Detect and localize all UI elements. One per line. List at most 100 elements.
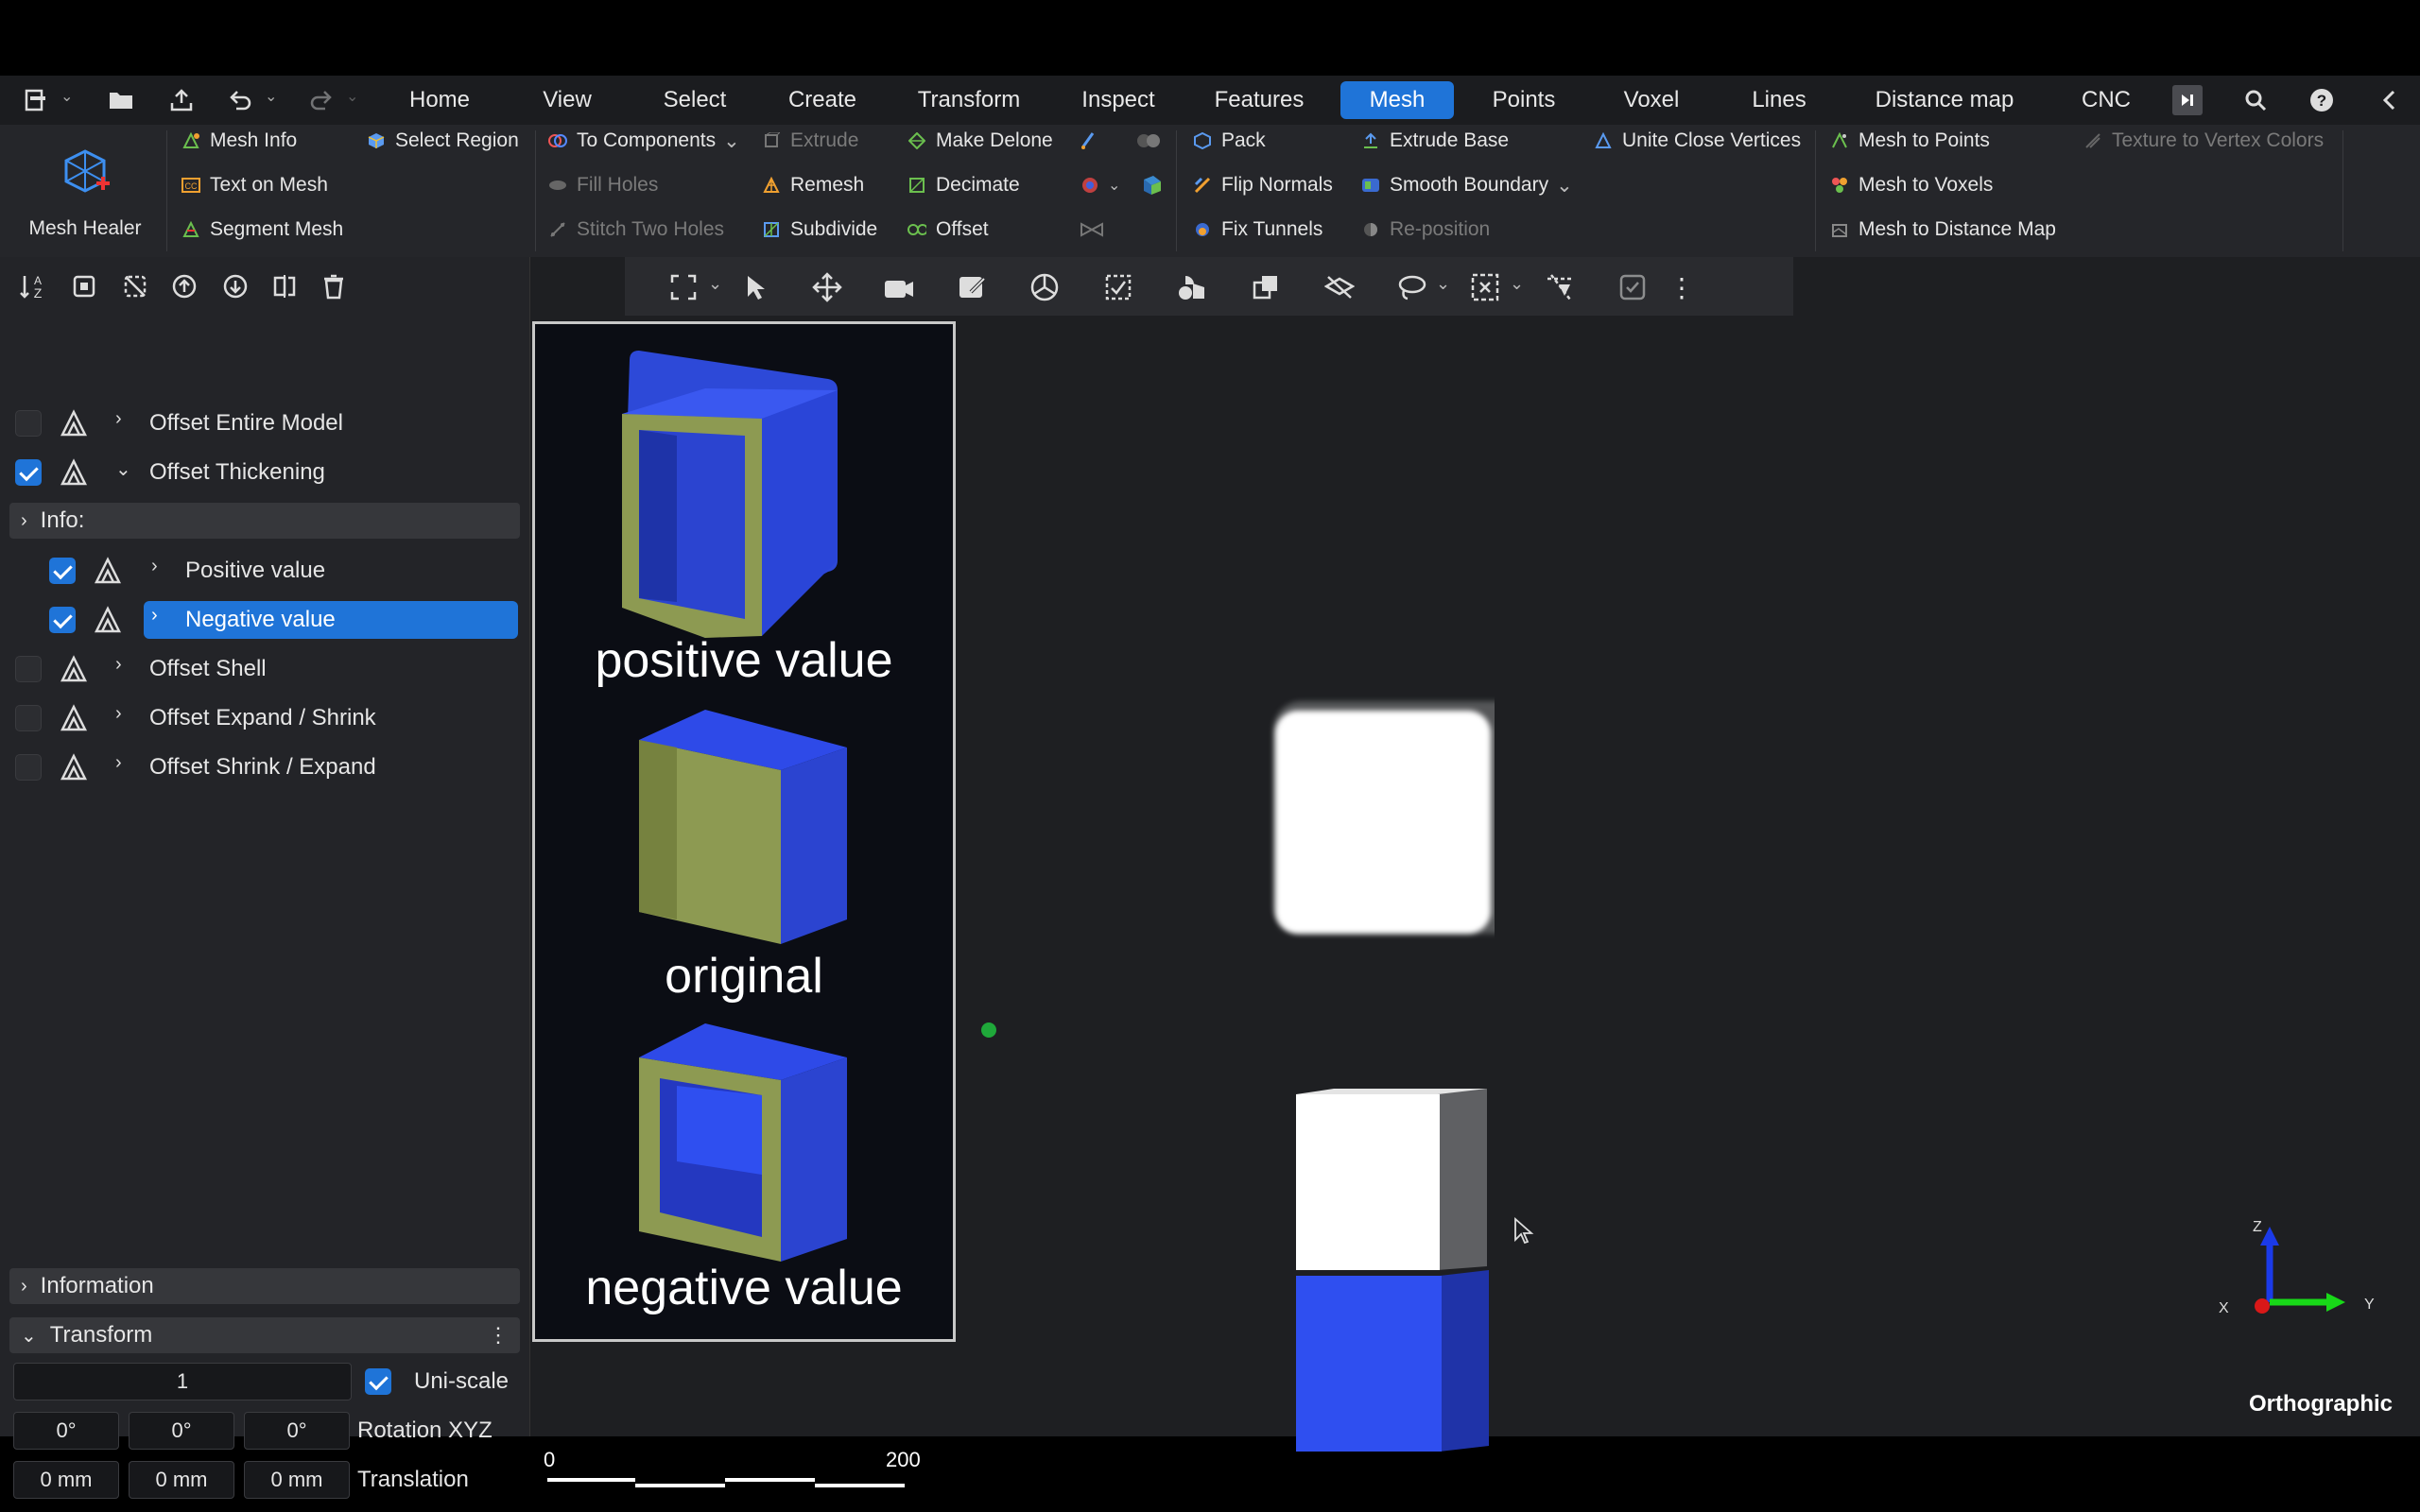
chevron-right-icon[interactable]: ›: [115, 703, 122, 725]
redo-history-caret-icon[interactable]: ⌄: [346, 87, 358, 106]
3d-viewport[interactable]: ⌄ ⌄ ⌄ ⋮ positive value original negative…: [530, 257, 2420, 1487]
mesh-convert-icon[interactable]: [1138, 169, 1163, 201]
select-all-icon[interactable]: [68, 270, 100, 302]
mesh-to-points-button[interactable]: Mesh to Points: [1830, 125, 1990, 157]
remesh-button[interactable]: Remesh: [762, 169, 864, 201]
make-delone-button[interactable]: Make Delone: [908, 125, 1053, 157]
tab-create[interactable]: Create: [780, 81, 865, 119]
cube-original[interactable]: [1296, 1089, 1487, 1270]
search-icon[interactable]: [2240, 85, 2271, 115]
visibility-checkbox[interactable]: [15, 705, 42, 731]
transform-section[interactable]: ⌄ Transform ⋮: [9, 1317, 520, 1353]
extrude-base-button[interactable]: Extrude Base: [1361, 125, 1509, 157]
orbit-icon[interactable]: [1028, 270, 1062, 304]
bowtie-icon[interactable]: [1080, 214, 1104, 246]
tree-item-negative-value[interactable]: › Negative value: [0, 599, 529, 641]
fix-tunnels-button[interactable]: Fix Tunnels: [1193, 214, 1322, 246]
sort-az-icon[interactable]: ZA: [17, 270, 49, 302]
rotation-x-input[interactable]: 0°: [13, 1412, 119, 1450]
reference-image-overlay[interactable]: positive value original negative value: [532, 321, 956, 1342]
export-icon[interactable]: [166, 85, 197, 115]
visibility-checkbox[interactable]: [49, 558, 76, 584]
text-on-mesh-button[interactable]: CC Text on Mesh: [182, 169, 328, 201]
camera-icon[interactable]: [882, 270, 916, 304]
pivot-point-marker[interactable]: [981, 1022, 996, 1038]
translation-z-input[interactable]: 0 mm: [244, 1461, 350, 1499]
tab-select[interactable]: Select: [652, 81, 737, 119]
rotation-y-input[interactable]: 0°: [129, 1412, 234, 1450]
undo-history-caret-icon[interactable]: ⌄: [265, 87, 277, 106]
stitch-two-holes-button[interactable]: Stitch Two Holes: [548, 214, 724, 246]
more-options-icon[interactable]: ⋮: [1665, 270, 1699, 304]
flip-icon[interactable]: [268, 270, 301, 302]
move-up-icon[interactable]: [168, 270, 200, 302]
chevron-down-icon[interactable]: ⌄: [60, 87, 73, 106]
segment-mesh-button[interactable]: Segment Mesh: [182, 214, 343, 246]
texture-to-vertex-colors-button[interactable]: Texture to Vertex Colors: [2083, 125, 2324, 157]
pack-button[interactable]: Pack: [1193, 125, 1266, 157]
chevron-down-icon[interactable]: ⌄: [1510, 274, 1524, 294]
information-section[interactable]: › Information: [9, 1268, 520, 1304]
tab-transform[interactable]: Transform: [906, 81, 1032, 119]
tab-voxel[interactable]: Voxel: [1609, 81, 1694, 119]
hide-icon[interactable]: [1322, 270, 1357, 304]
tab-mesh[interactable]: Mesh: [1340, 81, 1454, 119]
decimate-button[interactable]: Decimate: [908, 169, 1020, 201]
color-mesh-icon[interactable]: [1080, 169, 1100, 201]
unite-close-vertices-button[interactable]: Unite Close Vertices: [1594, 125, 1801, 157]
tab-points[interactable]: Points: [1480, 81, 1567, 119]
chevron-down-icon[interactable]: ⌄: [1108, 169, 1120, 201]
fit-view-icon[interactable]: [666, 270, 700, 304]
mesh-to-voxels-button[interactable]: Mesh to Voxels: [1830, 169, 1993, 201]
move-icon[interactable]: [810, 270, 844, 304]
smooth-boundary-button[interactable]: Smooth Boundary ⌄: [1361, 169, 1573, 201]
flip-normals-button[interactable]: Flip Normals: [1193, 169, 1333, 201]
move-down-icon[interactable]: [219, 270, 251, 302]
tree-item-offset-thickening[interactable]: ⌄ Offset Thickening: [0, 452, 529, 493]
select-region-button[interactable]: Select Region: [367, 125, 519, 157]
visibility-checkbox[interactable]: [15, 459, 42, 486]
mesh-info-button[interactable]: Mesh Info: [182, 125, 297, 157]
chevron-right-icon[interactable]: ›: [151, 605, 158, 627]
chevron-left-icon[interactable]: [2375, 85, 2405, 115]
deselect-all-icon[interactable]: [119, 270, 151, 302]
delete-icon[interactable]: [318, 270, 350, 302]
tab-home[interactable]: Home: [397, 81, 482, 119]
translation-x-input[interactable]: 0 mm: [13, 1461, 119, 1499]
app-menu-icon[interactable]: [21, 85, 51, 115]
rotation-z-input[interactable]: 0°: [244, 1412, 350, 1450]
shapes-icon[interactable]: [1175, 270, 1209, 304]
chevron-right-icon[interactable]: ›: [115, 752, 122, 774]
tree-item-offset-entire-model[interactable]: › Offset Entire Model: [0, 403, 529, 444]
cut-plane-icon[interactable]: [1544, 270, 1578, 304]
visibility-checkbox[interactable]: [49, 607, 76, 633]
info-section[interactable]: › Info:: [9, 503, 520, 539]
uniscale-checkbox[interactable]: [365, 1368, 391, 1395]
projection-mode-label[interactable]: Orthographic: [2249, 1391, 2393, 1418]
collapse-ribbon-icon[interactable]: [2172, 85, 2203, 115]
visibility-checkbox[interactable]: [15, 754, 42, 781]
tab-distance-map[interactable]: Distance map: [1864, 81, 2025, 119]
fill-holes-button[interactable]: Fill Holes: [548, 169, 658, 201]
tree-item-offset-shell[interactable]: › Offset Shell: [0, 648, 529, 690]
lasso-icon[interactable]: [1394, 270, 1428, 304]
measure-icon[interactable]: [1101, 270, 1135, 304]
tab-inspect[interactable]: Inspect: [1068, 81, 1168, 119]
translation-y-input[interactable]: 0 mm: [129, 1461, 234, 1499]
help-icon[interactable]: ?: [2307, 85, 2337, 115]
box-deselect-icon[interactable]: [1468, 270, 1502, 304]
chevron-right-icon[interactable]: ›: [115, 654, 122, 676]
offset-button[interactable]: Offset: [908, 214, 989, 246]
edit-mesh-icon[interactable]: [956, 270, 990, 304]
chevron-right-icon[interactable]: ›: [115, 408, 122, 430]
extrude-button[interactable]: Extrude: [762, 125, 858, 157]
confirm-icon[interactable]: [1616, 270, 1650, 304]
tree-item-offset-expand-shrink[interactable]: › Offset Expand / Shrink: [0, 697, 529, 739]
visibility-checkbox[interactable]: [15, 656, 42, 682]
tree-item-positive-value[interactable]: › Positive value: [0, 550, 529, 592]
duplicate-icon[interactable]: [1249, 270, 1283, 304]
cube-positive-value[interactable]: [1273, 701, 1495, 934]
undo-icon[interactable]: [225, 85, 255, 115]
chevron-down-icon[interactable]: ⌄: [708, 274, 722, 294]
cube-negative-value[interactable]: [1296, 1270, 1489, 1452]
